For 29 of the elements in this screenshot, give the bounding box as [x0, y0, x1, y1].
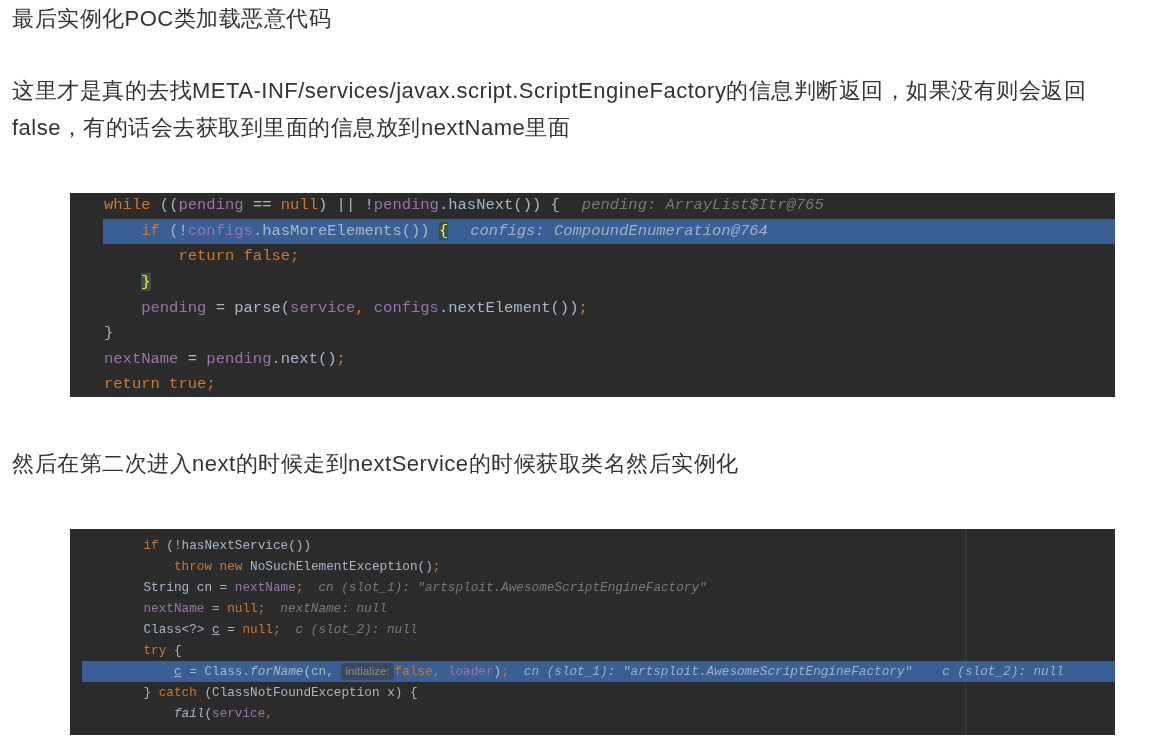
code-text: Class<?> c = null; [142, 620, 281, 639]
debug-value-hint: c (slot_2): null [295, 620, 418, 639]
code-text: throw new NoSuchElementException(); [172, 557, 441, 576]
debug-value-hint: configs: CompoundEnumeration@764 [470, 220, 768, 242]
code-text: } [140, 271, 151, 293]
code-text: c = Class.forName(cn, [172, 662, 335, 681]
paragraph: 然后在第二次进入next的时候走到nextService的时候获取类名然后实例化 [11, 450, 740, 478]
debug-value-hint: nextName: null [280, 599, 387, 618]
paragraph: 这里才是真的去找META-INF/services/javax.script.ScriptEngineFactory的信息判断返回，如果没有则会返回false，有的话会去获取到里面的信息放到nextName里面 [11, 77, 1088, 142]
paragraph: 最后实例化POC类加载恶意代码 [11, 5, 333, 33]
debug-value-hint: cn (slot_1): "artsploit.AwesomeScriptEngineFactory" [318, 578, 707, 597]
code-text: if (!hasNextService()) [142, 536, 311, 555]
code-text: return false; [177, 246, 300, 268]
debug-value-hint: c (slot_2): null [942, 662, 1064, 681]
code-text: nextName = null; [142, 599, 266, 618]
code-text: false, loader); [394, 662, 509, 681]
debug-value-hint: pending: ArrayList$Itr@765 [581, 195, 824, 217]
code-text: } catch (ClassNotFoundException x) { [142, 683, 418, 702]
code-text: String cn = nextName; [142, 578, 304, 597]
debug-value-hint: cn (slot_1): "artsploit.AwesomeScriptEngineFactory" [523, 662, 913, 681]
code-text: while ((pending == null) || !pending.hasNext()) { [104, 195, 560, 217]
code-text: if (!configs.hasMoreElements()) { [140, 220, 449, 242]
code-text: } [104, 323, 114, 345]
code-text: pending = parse(service, configs.nextElement()); [140, 297, 588, 319]
code-text: try { [142, 641, 182, 660]
code-text: nextName = pending.next(); [104, 348, 346, 370]
code-text: fail(service, [172, 704, 273, 723]
code-text: return true; [104, 374, 216, 396]
parameter-hint: initialize: [341, 662, 394, 681]
